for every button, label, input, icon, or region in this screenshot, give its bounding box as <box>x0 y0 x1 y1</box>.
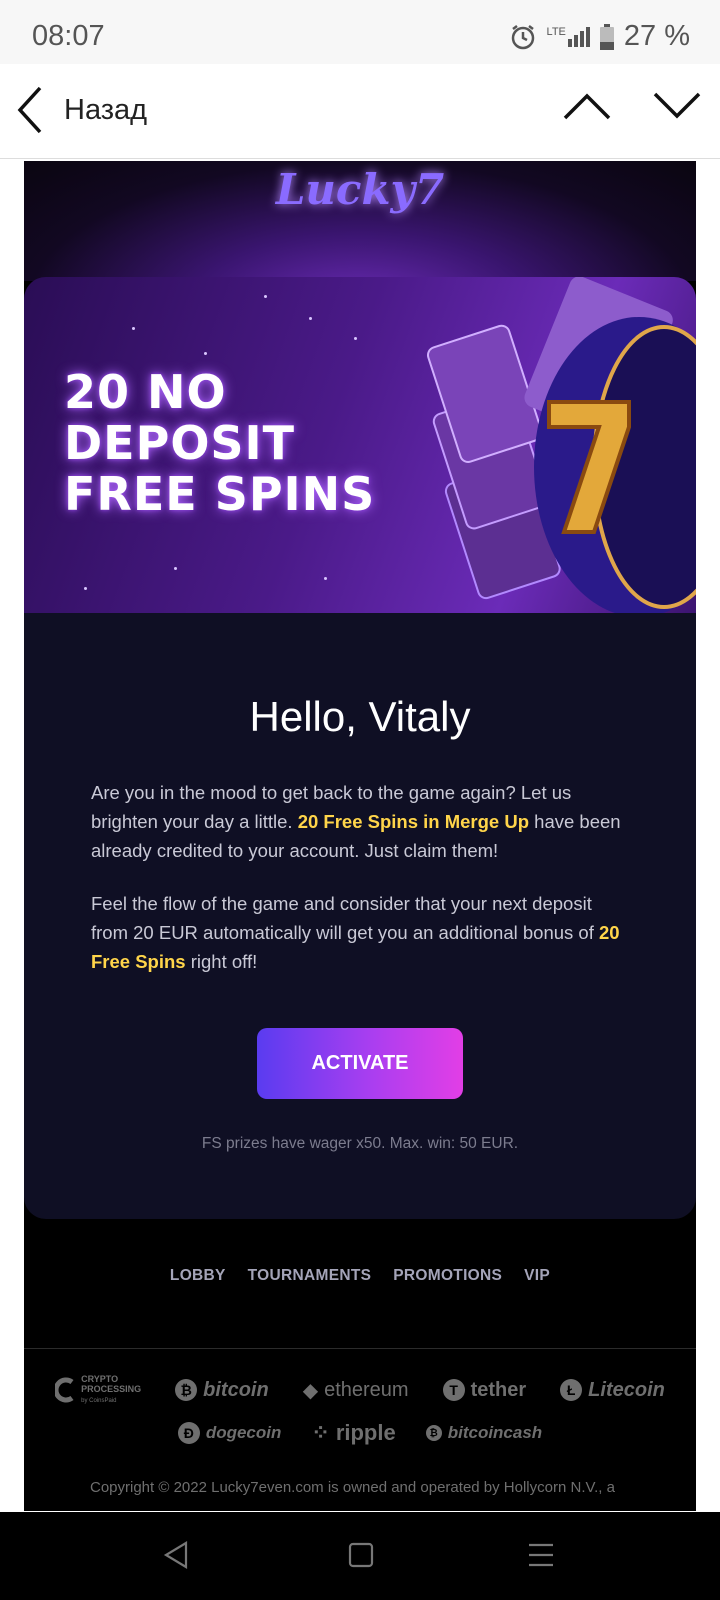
deposit-text: Feel the flow of the game and consider t… <box>91 893 599 943</box>
status-time: 08:07 <box>32 20 105 52</box>
litecoin-logo: Ł Litecoin <box>560 1379 665 1402</box>
coinspaid-icon <box>55 1377 74 1403</box>
footer-link-vip[interactable]: VIP <box>524 1267 550 1285</box>
banner-headline: 20 NO DEPOSIT FREE SPINS <box>64 367 404 520</box>
alarm-icon <box>511 24 534 49</box>
wager-note: FS prizes have wager x50. Max. win: 50 E… <box>201 1135 519 1152</box>
headline-line-1: 20 NO <box>64 365 227 419</box>
greeting-heading: Hello, Vitaly <box>249 693 471 740</box>
dogecoin-icon: Ð <box>177 1422 200 1444</box>
ripple-logo: ⁘ ripple <box>311 1420 395 1446</box>
mail-nav-bar: Назад <box>0 64 720 159</box>
ripple-icon: ⁘ <box>311 1420 330 1445</box>
payment-methods-row-2: Ðdogecoin ⁘ ripple ₿ bitcoincash <box>24 1420 696 1446</box>
footer-link-promotions[interactable]: PROMOTIONS <box>393 1267 502 1285</box>
back-label: Назад <box>64 93 148 126</box>
headline-line-2: DEPOSIT <box>64 416 296 470</box>
tether-label: tether <box>470 1378 527 1401</box>
system-home-icon[interactable] <box>348 1540 374 1570</box>
footer-link-lobby[interactable]: LOBBY <box>170 1267 226 1285</box>
back-arrow-icon <box>17 86 42 134</box>
status-bar: 08:07 LTE 27 % <box>0 0 720 64</box>
battery-percent: 27 % <box>623 20 690 52</box>
footer-nav: LOBBY TOURNAMENTS PROMOTIONS VIP <box>24 1267 696 1285</box>
deposit-text-end: right off! <box>185 951 258 972</box>
bitcoincash-icon: ₿ <box>425 1425 442 1441</box>
crypto-processing-logo: CRYPTO PROCESSING by CoinsPaid <box>55 1374 141 1406</box>
next-message-icon[interactable] <box>652 90 702 122</box>
intro-highlight: 20 Free Spins in Merge Up <box>297 811 530 832</box>
bitcoin-logo: ₿ bitcoin <box>175 1379 269 1402</box>
system-recents-icon[interactable] <box>526 1540 556 1570</box>
bitcoincash-label: bitcoincash <box>447 1423 543 1442</box>
bitcoin-label: bitcoin <box>203 1378 269 1401</box>
lucky7-logo: Lucky7 <box>275 165 445 214</box>
battery-icon <box>599 23 614 50</box>
crypto-processing-line-1: CRYPTO <box>81 1374 119 1384</box>
activate-button[interactable]: ACTIVATE <box>257 1028 463 1099</box>
headline-line-3: FREE SPINS <box>64 467 376 521</box>
lte-signal-icon: LTE <box>546 25 590 47</box>
tether-logo: Ttether <box>442 1378 527 1402</box>
footer-divider <box>24 1348 696 1349</box>
copyright-text: Copyright © 2022 Lucky7even.com is owned… <box>90 1479 615 1496</box>
litecoin-icon: Ł <box>560 1379 583 1401</box>
system-back-icon[interactable] <box>162 1540 190 1570</box>
litecoin-label: Litecoin <box>588 1378 665 1401</box>
previous-message-icon[interactable] <box>562 90 612 122</box>
tether-icon: T <box>442 1379 465 1401</box>
system-nav-bar <box>0 1512 720 1600</box>
email-header: Lucky7 <box>24 161 696 281</box>
message-card: Hello, Vitaly Are you in the mood to get… <box>24 613 696 1219</box>
status-icons: LTE 27 % <box>509 20 690 53</box>
ethereum-icon: ◆ <box>302 1379 319 1402</box>
crypto-processing-line-2: PROCESSING <box>81 1384 142 1394</box>
ethereum-label: ethereum <box>324 1378 409 1401</box>
bitcoincash-logo: ₿ bitcoincash <box>425 1423 543 1443</box>
email-body: Lucky7 20 NO DEPOSIT FREE SPINS Hello, V… <box>24 161 696 1511</box>
crypto-processing-line-3: by CoinsPaid <box>81 1398 117 1404</box>
network-type: LTE <box>546 25 566 38</box>
bitcoin-icon: ₿ <box>175 1379 198 1401</box>
footer-link-tournaments[interactable]: TOURNAMENTS <box>248 1267 372 1285</box>
ripple-label: ripple <box>335 1420 396 1445</box>
dogecoin-label: dogecoin <box>205 1423 282 1442</box>
deposit-paragraph: Feel the flow of the game and consider t… <box>91 889 631 976</box>
payment-methods-row-1: CRYPTO PROCESSING by CoinsPaid ₿ bitcoin ◆ e… <box>24 1374 696 1406</box>
dogecoin-logo: Ðdogecoin <box>177 1422 282 1444</box>
promo-banner: 20 NO DEPOSIT FREE SPINS <box>24 277 696 613</box>
ethereum-logo: ◆ ethereum <box>303 1378 409 1403</box>
intro-paragraph: Are you in the mood to get back to the g… <box>91 778 631 865</box>
back-button[interactable]: Назад <box>14 84 147 136</box>
cards-and-slot-seven-illustration <box>426 277 696 613</box>
